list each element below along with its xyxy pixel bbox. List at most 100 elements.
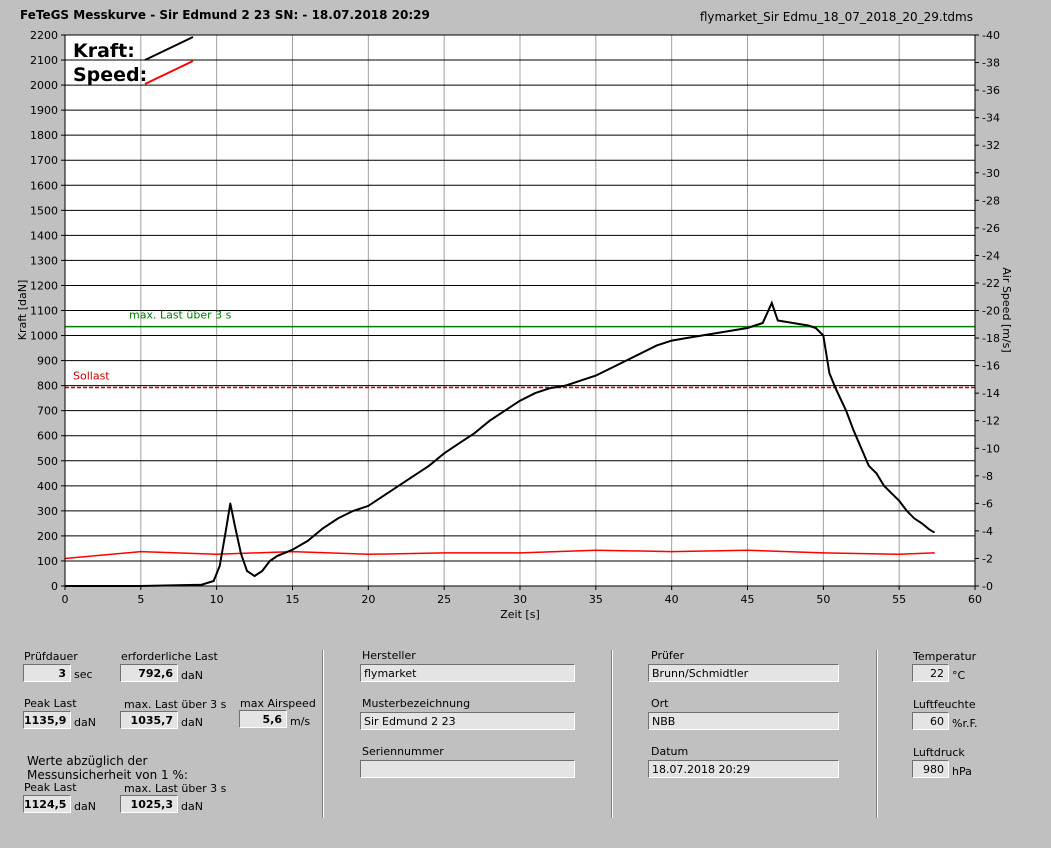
data-point	[595, 374, 597, 377]
y2-tick-label: -16	[982, 360, 1000, 373]
data-point	[322, 527, 324, 530]
serien-field	[360, 760, 575, 778]
max-last-field: 1035,7	[120, 711, 178, 729]
data-point	[828, 372, 831, 374]
data-point	[306, 540, 309, 542]
y2-tick-label: -10	[982, 442, 1000, 455]
data-point	[443, 452, 445, 455]
x-tick-label: 0	[62, 593, 69, 606]
max-airspeed-label: max Airspeed	[240, 697, 316, 710]
y2-tick-label: -38	[982, 57, 1000, 70]
datum-label: Datum	[651, 745, 689, 758]
data-point	[428, 464, 430, 467]
erf-last-unit: daN	[181, 669, 203, 682]
x-axis-label: Zeit [s]	[500, 608, 539, 621]
erf-last-label: erforderliche Last	[121, 650, 218, 663]
y-tick-label: 1900	[30, 104, 58, 117]
data-point	[200, 583, 203, 586]
data-point	[215, 553, 218, 556]
data-point	[337, 517, 339, 520]
werte-note-line1: Werte abzüglich der	[27, 754, 148, 768]
y-tick-label: 1500	[30, 204, 58, 217]
data-point	[291, 548, 294, 551]
data-point	[686, 337, 688, 339]
y-tick-label: 700	[37, 405, 58, 418]
data-point	[229, 502, 232, 505]
data-point	[746, 327, 749, 329]
muster-label: Musterbezeichnung	[362, 697, 471, 710]
y2-tick-label: -28	[982, 194, 1000, 207]
y-tick-label: 300	[37, 505, 58, 518]
peak-last-label: Peak Last	[24, 697, 77, 710]
data-point	[534, 392, 536, 394]
data-point	[276, 555, 279, 557]
y-tick-label: 0	[51, 580, 58, 593]
data-point	[367, 505, 370, 507]
x-tick-label: 25	[437, 593, 451, 606]
y2-axis-label: Air Speed [m/s]	[1000, 267, 1013, 352]
data-point	[253, 575, 256, 577]
data-point	[898, 500, 900, 502]
data-point	[610, 367, 612, 369]
data-point	[792, 322, 794, 324]
y-tick-label: 1200	[30, 279, 58, 292]
data-point	[625, 359, 627, 362]
y-tick-label: 400	[37, 480, 58, 493]
data-point	[140, 550, 142, 553]
y2-tick-label: -24	[982, 249, 1000, 262]
ort-label: Ort	[651, 697, 669, 710]
y2-tick-label: -18	[982, 332, 1000, 345]
pruefer-label: Prüfer	[651, 649, 685, 662]
data-point	[933, 531, 935, 533]
y-tick-label: 2000	[30, 79, 58, 92]
chart: max. Last über 3 sSollast 01002003004005…	[16, 29, 1013, 621]
data-point	[860, 447, 863, 450]
panel-divider-1	[322, 650, 324, 818]
x-tick-label: 10	[210, 593, 224, 606]
x-tick-label: 40	[665, 593, 679, 606]
y-tick-label: 600	[37, 430, 58, 443]
x-tick-label: 30	[513, 593, 527, 606]
temperatur-field: 22	[912, 664, 949, 682]
y2-tick-label: -26	[982, 222, 1000, 235]
y-tick-label: 1800	[30, 129, 58, 142]
y2-tick-label: -30	[982, 167, 1000, 180]
max-last-unit: daN	[181, 716, 203, 729]
y-tick-label: 900	[37, 355, 58, 368]
legend-label-speed: Speed:	[73, 64, 147, 86]
temperatur-unit: °C	[952, 669, 966, 682]
erf-last-field: 792,6	[120, 664, 178, 682]
y2-tick-label: -22	[982, 277, 1000, 290]
data-point	[473, 432, 476, 435]
data-point	[701, 334, 703, 337]
data-point	[822, 552, 825, 554]
y-tick-label: 2200	[30, 29, 58, 42]
pruefer-field: Brunn/Schmidtler	[648, 664, 839, 682]
data-point	[564, 384, 567, 387]
luftdruck-label: Luftdruck	[913, 746, 965, 759]
datum-field: 18.07.2018 20:29	[648, 760, 839, 778]
max-last2-field: 1025,3	[120, 795, 178, 813]
y-tick-label: 500	[37, 455, 58, 468]
y2-tick-label: -34	[982, 112, 1000, 125]
peak-last-unit: daN	[74, 716, 96, 729]
max-airspeed-unit: m/s	[290, 715, 311, 728]
reference-line-label: max. Last über 3 s	[129, 309, 232, 322]
data-point	[268, 560, 271, 562]
data-point	[845, 409, 847, 412]
panel-divider-2	[611, 650, 613, 818]
reference-line-label: Sollast	[73, 369, 110, 382]
data-point	[595, 549, 597, 551]
data-point	[261, 570, 263, 572]
y2-tick-label: -0	[982, 580, 993, 593]
luftdruck-field: 980	[912, 760, 949, 778]
data-point	[443, 552, 445, 554]
data-point	[234, 525, 236, 527]
peak-last-field: 1135,9	[23, 711, 71, 729]
x-tick-label: 5	[137, 593, 144, 606]
data-point	[852, 429, 855, 432]
data-point	[670, 550, 673, 553]
y-tick-label: 200	[37, 530, 58, 543]
data-point	[905, 510, 908, 512]
data-point	[519, 552, 521, 554]
